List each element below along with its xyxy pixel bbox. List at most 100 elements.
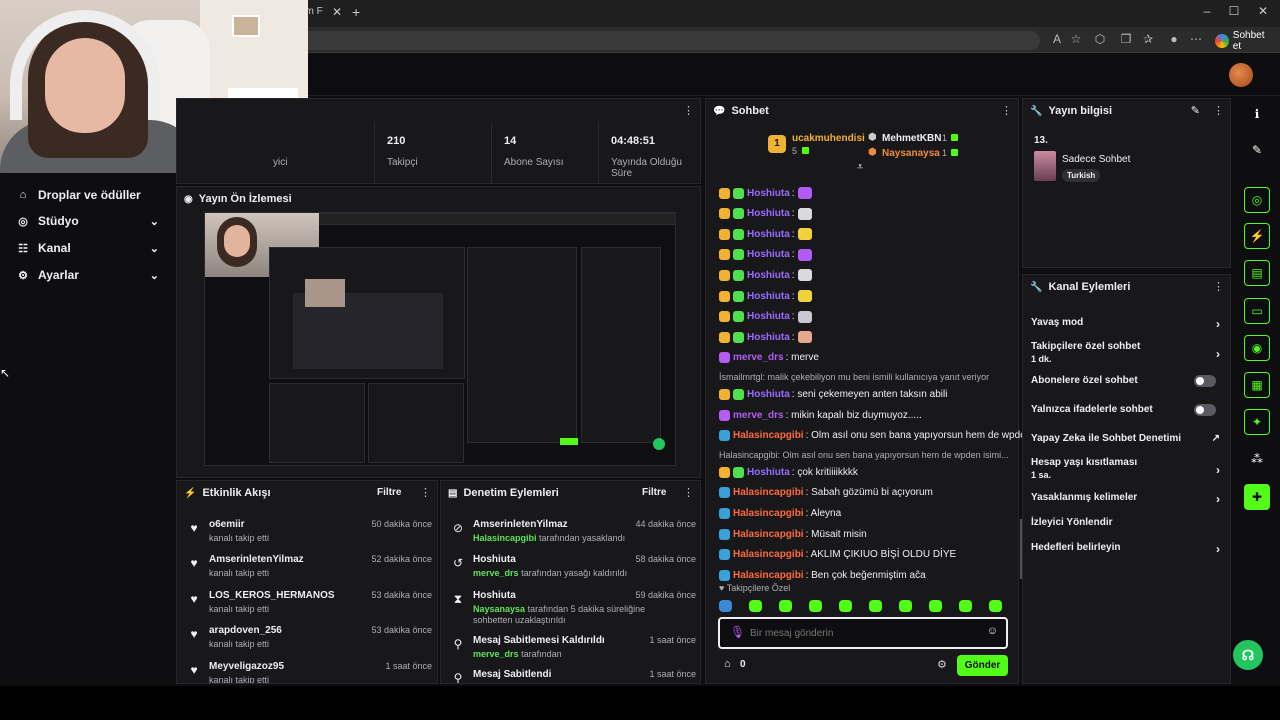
action-emotes-only[interactable]: Yalnızca ifadelerle sohbet [1031, 404, 1226, 416]
more-icon[interactable]: ⋯ [1187, 32, 1205, 46]
chat-username[interactable]: Hoshiuta [747, 389, 790, 400]
activity-user[interactable]: o6emiir [209, 519, 245, 530]
copilot-chat-button[interactable]: Sohbet et [1213, 30, 1275, 52]
action-raid[interactable]: İzleyici Yönlendir [1031, 517, 1226, 528]
close-tab-icon[interactable]: ✕ [332, 5, 342, 19]
moderation-actor[interactable]: Naysanaysa [473, 604, 525, 614]
chat-username[interactable]: Hoshiuta [747, 270, 790, 281]
quick-emote-icon[interactable] [719, 600, 732, 612]
chat-message[interactable]: Hoshiuta: [719, 205, 1009, 223]
moderation-item[interactable]: ↺ Hoshiuta merve_drs tarafından yasağı kal… [451, 552, 696, 586]
favorite-star-icon[interactable]: ☆ [1067, 32, 1085, 46]
quick-emote-icon[interactable] [839, 600, 852, 612]
chat-message[interactable]: Hoshiuta: [719, 328, 1009, 346]
profile-icon[interactable]: ● [1165, 32, 1183, 46]
activity-user[interactable]: LOS_KEROS_HERMANOS [209, 590, 335, 601]
moderation-item[interactable]: ⊘ AmserinletenYilmaz Halasincapgibi tarafı… [451, 517, 696, 551]
chat-username[interactable]: Halasincapgibi [733, 570, 804, 581]
chat-message[interactable]: Hoshiuta: [719, 266, 1009, 284]
chat-username[interactable]: merve_drs [733, 410, 784, 421]
quick-emote-icon[interactable] [869, 600, 882, 612]
chat-settings-gear-icon[interactable]: ⚙ [937, 658, 947, 671]
user-avatar[interactable] [1229, 63, 1253, 87]
moderation-target[interactable]: Hoshiuta [473, 590, 516, 601]
gifter-name[interactable]: MehmetKBN [882, 133, 941, 144]
moderation-actor[interactable]: merve_drs [473, 649, 519, 659]
quick-emote-icon[interactable] [959, 600, 972, 612]
collections-icon[interactable]: ❐ [1117, 32, 1135, 46]
chat-message[interactable]: Hoshiuta: seni çekemeyen anten taksın ab… [719, 385, 1009, 403]
activity-item[interactable]: ♥ arapdoven_256 kanalı takip etti 53 dakika… [187, 623, 432, 657]
chat-message[interactable]: Halasincapgibi: AKLIM ÇIKIUO BİŞİ OLDU D… [719, 546, 1009, 564]
layout-icon[interactable]: ▦ [1244, 372, 1270, 398]
activity-item[interactable]: ♥ AmserinletenYilmaz kanalı takip etti 52 d… [187, 552, 432, 586]
gifter-name[interactable]: ucakmuhendisi [792, 133, 865, 144]
stream-category[interactable]: Sadece Sohbet [1062, 154, 1130, 165]
chat-input[interactable] [750, 624, 975, 642]
emoji-picker-icon[interactable]: ☺ [987, 625, 998, 637]
quick-emote-icon[interactable] [989, 600, 1002, 612]
moderation-item[interactable]: ⚲ Mesaj Sabitlendi 1 saat önce [451, 667, 696, 683]
maximize-icon[interactable]: ☐ [1219, 4, 1249, 18]
quick-emote-icon[interactable] [749, 600, 762, 612]
action-subscribers-only[interactable]: Abonelere özel sohbet [1031, 375, 1226, 387]
moderation-item[interactable]: ⧗ Hoshiuta Naysanaysa tarafından 5 dakika … [451, 588, 696, 632]
wrench-icon[interactable]: ✦ [1244, 409, 1270, 435]
pencil-icon[interactable]: ✎ [1244, 137, 1270, 163]
chat-message[interactable]: merve_drs: mikin kapalı biz duymuyoz....… [719, 406, 1009, 424]
chat-message[interactable]: Halasincapgibi: Olm asıl onu sen bana ya… [719, 427, 1031, 445]
minimize-icon[interactable]: – [1192, 4, 1222, 18]
moderation-target[interactable]: Hoshiuta [473, 554, 516, 565]
action-banned-words[interactable]: Yasaklanmış kelimeler › [1031, 492, 1226, 506]
moderation-target[interactable]: AmserinletenYilmaz [473, 519, 568, 530]
quick-emote-icon[interactable] [929, 600, 942, 612]
sidebar-item-channel[interactable]: ☷ Kanal ⌄ [0, 235, 175, 261]
send-button[interactable]: Gönder [957, 655, 1008, 676]
filter-button[interactable]: Filtre [642, 487, 666, 498]
chat-username[interactable]: Hoshiuta [747, 249, 790, 260]
activity-user[interactable]: AmserinletenYilmaz [209, 554, 304, 565]
chat-message[interactable]: Hoshiuta: [719, 287, 1009, 305]
chat-username[interactable]: Hoshiuta [747, 188, 790, 199]
gifter-name[interactable]: Naysanaysa [882, 148, 940, 159]
favorites-icon[interactable]: ✰ [1139, 32, 1157, 46]
chat-message[interactable]: Halasincapgibi: Müsait misin [719, 525, 1009, 543]
subscribers-only-toggle[interactable] [1194, 375, 1216, 387]
language-tag[interactable]: Turkish [1062, 169, 1101, 182]
chat-input-box[interactable]: 🎙 ☺ [718, 617, 1008, 649]
chat-username[interactable]: Hoshiuta [747, 311, 790, 322]
chat-message[interactable]: Hoshiuta: [719, 184, 1009, 202]
chat-username[interactable]: Halasincapgibi [733, 549, 804, 560]
extension-puzzle-icon[interactable]: ✚ [1244, 484, 1270, 510]
chat-message[interactable]: Halasincapgibi: Sabah gözümü bi açıyorum [719, 484, 1009, 502]
activity-item[interactable]: ♥ LOS_KEROS_HERMANOS kanalı takip etti 53 d… [187, 588, 432, 622]
filter-button[interactable]: Filtre [377, 487, 401, 498]
activity-item[interactable]: ♥ Meyveligazoz95 kanalı takip etti 1 saat ö… [187, 659, 432, 683]
kebab-menu-icon[interactable]: ⋮ [1001, 104, 1012, 117]
document-icon[interactable]: ▤ [1244, 260, 1270, 286]
mic-icon[interactable]: 🎙 [730, 625, 745, 639]
edit-pencil-icon[interactable]: ✎ [1191, 104, 1200, 117]
action-account-age[interactable]: Hesap yaşı kısıtlaması 1 sa. › [1031, 457, 1226, 480]
sidebar-item-settings[interactable]: ⚙ Ayarlar ⌄ [0, 262, 175, 288]
kebab-menu-icon[interactable]: ⋮ [683, 486, 694, 499]
moderation-actor[interactable]: merve_drs [473, 568, 519, 578]
activity-user[interactable]: Meyveligazoz95 [209, 661, 284, 672]
quick-emote-icon[interactable] [809, 600, 822, 612]
kebab-menu-icon[interactable]: ⋮ [683, 104, 694, 117]
chat-message[interactable]: Hoshiuta: çok kritiiiikkkk [719, 463, 1009, 481]
stream-preview-video[interactable] [204, 212, 676, 466]
action-slow-mode[interactable]: Yavaş mod › [1031, 317, 1226, 331]
target-icon[interactable]: ◎ [1244, 187, 1270, 213]
read-aloud-icon[interactable]: A [1048, 32, 1066, 46]
chat-message[interactable]: Halasincapgibi: Ben çok beğenmiştim aĉa [719, 566, 1009, 584]
url-field[interactable] [300, 31, 1040, 50]
chat-username[interactable]: Hoshiuta [747, 332, 790, 343]
action-followers-only[interactable]: Takipçilere özel sohbet 1 dk. › [1031, 341, 1226, 364]
chat-message[interactable]: Hoshiuta: [719, 225, 1009, 243]
action-set-goals[interactable]: Hedefleri belirleyin › [1031, 542, 1226, 556]
category-thumbnail[interactable] [1034, 151, 1056, 181]
lightning-icon[interactable]: ⚡ [1244, 223, 1270, 249]
chat-message[interactable]: merve_drs: merve [719, 349, 1009, 367]
chat-username[interactable]: Hoshiuta [747, 229, 790, 240]
